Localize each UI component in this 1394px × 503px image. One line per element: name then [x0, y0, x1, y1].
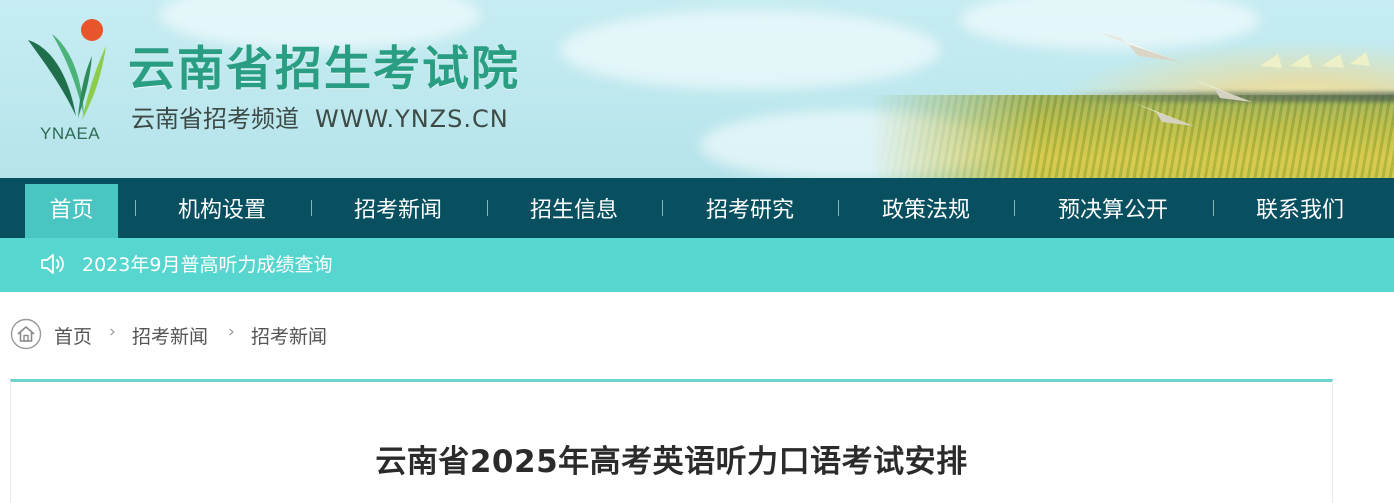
- breadcrumb-current[interactable]: 招考新闻: [251, 322, 327, 349]
- paper-plane-icon: [1260, 52, 1370, 68]
- chevron-right-icon: ›: [228, 322, 235, 342]
- chevron-right-icon: ›: [109, 322, 116, 342]
- article-title: 云南省2025年高考英语听力口语考试安排: [375, 444, 968, 480]
- nav-separator: [838, 200, 839, 216]
- nav-item-organization[interactable]: 机构设置: [162, 184, 282, 238]
- nav-separator: [487, 200, 488, 216]
- nav-item-policies[interactable]: 政策法规: [866, 184, 986, 238]
- nav-separator: [311, 200, 312, 216]
- site-url[interactable]: WWW.YNZS.CN: [315, 105, 509, 133]
- nav-separator: [1213, 200, 1214, 216]
- nav-item-budget-disclosure[interactable]: 预决算公开: [1040, 184, 1186, 238]
- nav-separator: [135, 200, 136, 216]
- notice-link[interactable]: 2023年9月普高听力成绩查询: [82, 238, 332, 292]
- banner-cloud: [560, 10, 940, 90]
- breadcrumb-exam-news[interactable]: 招考新闻: [132, 322, 208, 349]
- home-icon: [10, 318, 42, 350]
- site-subtitle: 云南省招考频道 WWW.YNZS.CN: [131, 99, 509, 134]
- ynaea-logo-icon: [28, 19, 106, 120]
- nav-separator: [662, 200, 663, 216]
- nav-item-contact[interactable]: 联系我们: [1240, 184, 1360, 238]
- subtitle-text: 云南省招考频道: [131, 105, 299, 133]
- header-banner: YNAEA 云南省招生考试院 云南省招考频道 WWW.YNZS.CN: [0, 0, 1394, 178]
- nav-item-home[interactable]: 首页: [25, 184, 118, 238]
- paper-plane-icon: [1132, 102, 1194, 126]
- paper-plane-icon: [1098, 32, 1182, 62]
- breadcrumb-home[interactable]: 首页: [54, 322, 92, 349]
- paper-plane-icon: [1190, 78, 1252, 102]
- notice-bar: 2023年9月普高听力成绩查询: [0, 238, 1394, 292]
- main-nav: 首页 机构设置 招考新闻 招生信息 招考研究 政策法规 预决算公开 联系我们: [0, 178, 1394, 238]
- nav-item-exam-research[interactable]: 招考研究: [690, 184, 810, 238]
- nav-item-admission-info[interactable]: 招生信息: [514, 184, 634, 238]
- nav-item-exam-news[interactable]: 招考新闻: [338, 184, 458, 238]
- article-panel: 云南省2025年高考英语听力口语考试安排: [10, 379, 1333, 503]
- logo-abbreviation: YNAEA: [40, 124, 101, 143]
- site-title[interactable]: 云南省招生考试院: [128, 30, 520, 99]
- speaker-icon: [41, 254, 64, 274]
- nav-separator: [1014, 200, 1015, 216]
